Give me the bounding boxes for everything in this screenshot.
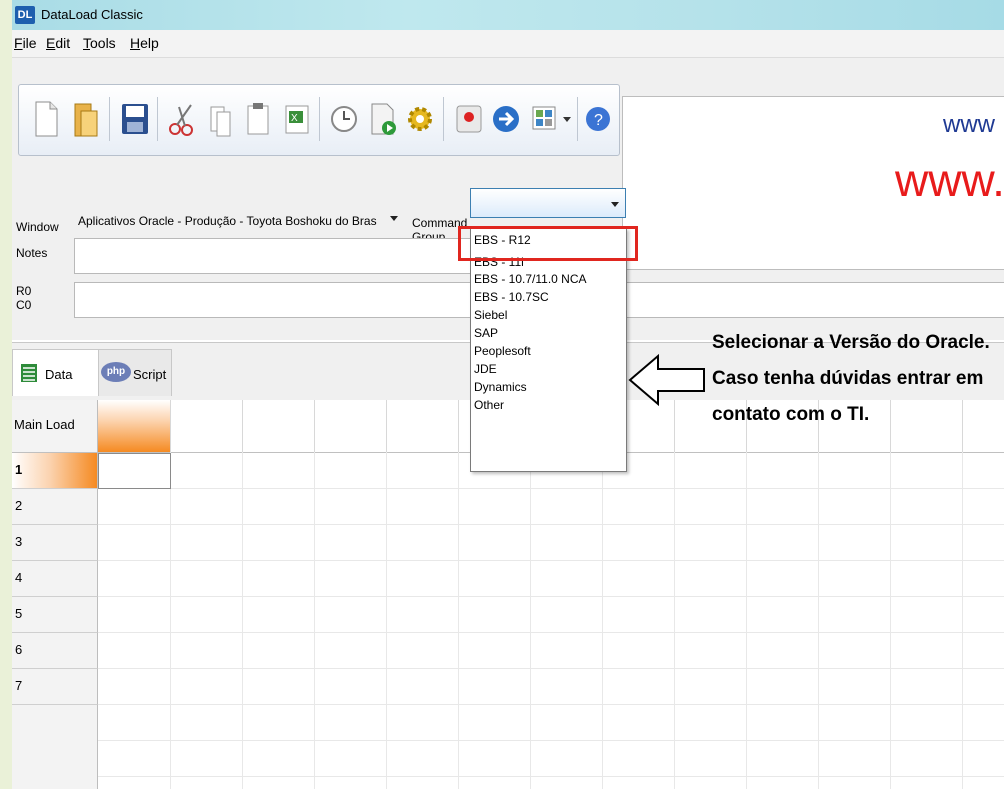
column-header[interactable]: [962, 400, 1004, 452]
menu-edit[interactable]: Edit: [46, 35, 70, 51]
menu-tools[interactable]: Tools: [83, 35, 116, 51]
column-header[interactable]: [242, 400, 315, 452]
tab-data[interactable]: Data: [12, 349, 99, 396]
cut-icon[interactable]: [163, 99, 201, 139]
clock-icon[interactable]: [325, 99, 363, 139]
data-sheet-icon: [20, 363, 38, 388]
copy-icon[interactable]: [201, 99, 239, 139]
window-select[interactable]: Aplicativos Oracle - Produção - Toyota B…: [74, 208, 404, 236]
go-arrow-icon[interactable]: [487, 99, 525, 139]
banner-url-large: www.d: [895, 154, 1004, 206]
annotation-line-3: contato com o TI.: [712, 404, 870, 425]
row-header-3[interactable]: 3: [12, 525, 98, 561]
column-header[interactable]: [170, 400, 243, 452]
r0-c0-label: R0 C0: [16, 284, 32, 312]
new-file-icon[interactable]: [27, 99, 65, 139]
menu-bar: File Edit Tools Help: [12, 30, 1004, 58]
dropdown-option[interactable]: JDE: [474, 362, 497, 376]
chevron-down-icon[interactable]: [559, 99, 575, 139]
annotation-line-1: Selecionar a Versão do Oracle.: [712, 332, 990, 353]
web-banner: www www.d: [622, 96, 1004, 270]
banner-url-small: www: [943, 111, 995, 138]
app-logo-icon: DL: [15, 6, 35, 24]
selected-cell[interactable]: [98, 453, 171, 489]
window-title: DataLoad Classic: [41, 7, 143, 22]
layout-grid-icon[interactable]: [525, 99, 563, 139]
window-label: Window: [16, 220, 59, 234]
open-file-icon[interactable]: [67, 99, 105, 139]
chevron-down-icon: [390, 216, 398, 221]
dropdown-option[interactable]: Dynamics: [474, 380, 527, 394]
run-document-icon[interactable]: [363, 99, 401, 139]
column-header-active[interactable]: [98, 400, 171, 452]
paste-icon[interactable]: [239, 99, 277, 139]
notes-label: Notes: [16, 246, 48, 260]
tab-script[interactable]: php Script: [98, 349, 172, 396]
title-bar[interactable]: DL DataLoad Classic: [12, 0, 1004, 30]
dropdown-option[interactable]: SAP: [474, 326, 498, 340]
row-header-empty: [12, 705, 98, 789]
chevron-down-icon: [611, 202, 619, 207]
command-group-dropdown: EBS - R12 EBS - 11i EBS - 10.7/11.0 NCA …: [470, 228, 627, 472]
highlight-box: [458, 226, 638, 261]
column-header[interactable]: [386, 400, 459, 452]
record-icon[interactable]: [449, 99, 487, 139]
dropdown-option[interactable]: Peoplesoft: [474, 344, 531, 358]
annotation-line-2: Caso tenha dúvidas entrar em: [712, 368, 984, 389]
dropdown-option[interactable]: EBS - 10.7SC: [474, 290, 549, 304]
dropdown-option[interactable]: Siebel: [474, 308, 507, 322]
svg-text:?: ?: [594, 112, 603, 129]
pointer-arrow-icon: [628, 353, 705, 407]
svg-text:X: X: [291, 113, 298, 124]
dropdown-option[interactable]: EBS - 10.7/11.0 NCA: [474, 272, 587, 286]
menu-help[interactable]: Help: [130, 35, 159, 51]
column-header[interactable]: [890, 400, 963, 452]
php-icon: php: [101, 362, 131, 382]
dataload-window: DL DataLoad Classic File Edit Tools Help: [12, 0, 1004, 789]
row-header-6[interactable]: 6: [12, 633, 98, 669]
row-header-1[interactable]: 1: [12, 453, 98, 489]
column-header[interactable]: [314, 400, 387, 452]
row-header-7[interactable]: 7: [12, 669, 98, 705]
save-icon[interactable]: [115, 99, 153, 139]
help-icon[interactable]: ?: [581, 99, 615, 139]
menu-file[interactable]: File: [14, 35, 37, 51]
toolbar: X ?: [18, 84, 620, 156]
settings-gear-icon[interactable]: [401, 99, 439, 139]
grid-corner: Main Load: [12, 400, 98, 452]
dropdown-option[interactable]: Other: [474, 398, 504, 412]
row-header-4[interactable]: 4: [12, 561, 98, 597]
row-header-2[interactable]: 2: [12, 489, 98, 525]
row-header-5[interactable]: 5: [12, 597, 98, 633]
excel-icon[interactable]: X: [277, 99, 315, 139]
command-group-select[interactable]: [470, 188, 626, 218]
